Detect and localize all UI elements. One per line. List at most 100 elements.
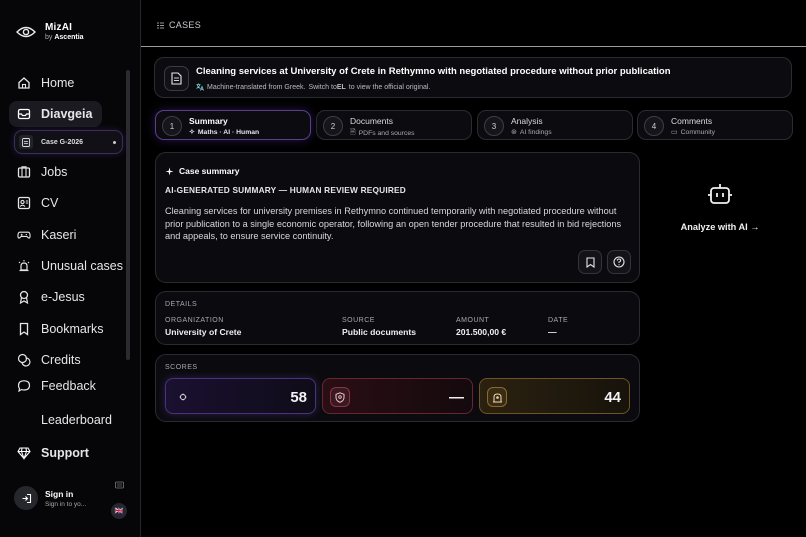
bookmark-icon bbox=[17, 322, 31, 336]
translate-icon bbox=[196, 83, 204, 91]
math-icon bbox=[173, 387, 193, 407]
help-button[interactable] bbox=[607, 250, 631, 274]
breadcrumb[interactable]: CASES bbox=[157, 20, 201, 30]
list-icon bbox=[157, 22, 164, 28]
sidebar-item-feedback[interactable]: Feedback bbox=[9, 373, 106, 399]
step-subtitle-text: Community bbox=[680, 128, 715, 136]
sidebar-item-kaseri[interactable]: Kaseri bbox=[9, 222, 86, 248]
sidebar-item-credits[interactable]: Credits bbox=[9, 347, 91, 373]
tab-documents[interactable]: 2 Documents 🗎 PDFs and sources bbox=[316, 110, 472, 140]
gamepad-icon bbox=[17, 228, 31, 242]
summary-card: Case summary AI-GENERATED SUMMARY — HUMA… bbox=[155, 152, 640, 283]
case-chip[interactable]: Case G-2026 bbox=[14, 130, 123, 154]
step-subtitle: ⊛ AI findings bbox=[511, 128, 552, 137]
scores-card: SCORES 58 — 44 bbox=[155, 354, 640, 422]
comment-icon: ▭ bbox=[671, 129, 678, 136]
details-heading: DETAILS bbox=[165, 301, 198, 308]
id-card-icon bbox=[17, 196, 31, 210]
keyboard-icon[interactable] bbox=[115, 481, 124, 489]
brain-icon: ⊛ bbox=[511, 129, 517, 136]
case-chip-label: Case G-2026 bbox=[41, 138, 84, 146]
sidebar-item-bookmarks[interactable]: Bookmarks bbox=[9, 316, 114, 342]
sidebar-item-label: Diavgeia bbox=[41, 107, 93, 121]
step-subtitle: ✧ Maths · AI · Human bbox=[189, 128, 260, 137]
brand[interactable]: MizAI by Ascentia bbox=[16, 22, 84, 41]
score-value: 58 bbox=[290, 389, 307, 406]
sidebar-item-label: Kaseri bbox=[41, 228, 77, 242]
detail-value: University of Crete bbox=[165, 327, 242, 337]
step-subtitle: ▭ Community bbox=[671, 128, 715, 137]
step-subtitle-text: AI findings bbox=[519, 128, 552, 136]
help-icon bbox=[613, 256, 625, 268]
sidebar-item-unusual-cases[interactable]: Unusual cases bbox=[9, 253, 133, 279]
sign-in[interactable]: Sign in Sign in to yo... bbox=[14, 486, 86, 510]
sidebar-item-support[interactable]: Support bbox=[9, 440, 99, 466]
active-dot bbox=[113, 141, 116, 144]
step-title: Analysis bbox=[511, 116, 543, 126]
document-icon: 🗎 bbox=[350, 129, 356, 136]
sidebar-item-cv[interactable]: CV bbox=[9, 190, 68, 216]
ai-review-notice: AI-GENERATED SUMMARY — HUMAN REVIEW REQU… bbox=[165, 185, 406, 195]
breadcrumb-label: CASES bbox=[169, 20, 202, 30]
inbox-icon bbox=[17, 107, 31, 121]
sidebar-item-label: Bookmarks bbox=[41, 322, 104, 336]
detail-label: SOURCE bbox=[342, 317, 375, 324]
summary-header: Case summary bbox=[165, 166, 239, 176]
switch-prefix: Switch to bbox=[308, 83, 337, 91]
sidebar-item-home[interactable]: Home bbox=[9, 70, 84, 96]
detail-value: Public documents bbox=[342, 327, 417, 337]
app-by: by Ascentia bbox=[45, 34, 84, 41]
app-by-prefix: by bbox=[45, 34, 53, 41]
tab-analysis[interactable]: 3 Analysis ⊛ AI findings bbox=[477, 110, 633, 140]
switch-language-link[interactable]: EL bbox=[337, 84, 346, 91]
translation-note: Machine-translated from Greek. Switch to… bbox=[196, 83, 430, 91]
sparkle-icon bbox=[165, 167, 174, 175]
analyze-label-text: Analyze with AI bbox=[680, 222, 748, 232]
summary-text: Cleaning services for university premise… bbox=[165, 206, 622, 241]
top-bar: CASES bbox=[141, 0, 806, 47]
sidebar-item-label: Jobs bbox=[41, 165, 68, 179]
shield-icon bbox=[330, 387, 350, 407]
document-icon bbox=[19, 135, 33, 149]
detail-label: DATE bbox=[548, 317, 569, 324]
sidebar-item-label: Home bbox=[41, 76, 75, 90]
sidebar-item-jobs[interactable]: Jobs bbox=[9, 159, 77, 185]
sparkle-icon: ✧ bbox=[189, 129, 195, 136]
analyze-label: Analyze with AI → bbox=[670, 222, 770, 232]
step-number: 4 bbox=[644, 116, 664, 136]
jobs-icon bbox=[17, 165, 31, 179]
sidebar-scrollbar[interactable] bbox=[126, 70, 130, 360]
step-number: 3 bbox=[484, 116, 504, 136]
step-number: 1 bbox=[162, 116, 182, 136]
sign-in-icon bbox=[14, 486, 38, 510]
detail-source: SOURCE Public documents bbox=[342, 317, 416, 337]
step-title: Summary bbox=[189, 116, 228, 126]
detail-value: — bbox=[548, 327, 557, 337]
sign-in-title: Sign in bbox=[45, 488, 74, 499]
score-math[interactable]: 58 bbox=[165, 378, 316, 414]
score-human[interactable]: 44 bbox=[479, 378, 630, 414]
score-value: — bbox=[449, 389, 464, 406]
analyze-with-ai-button[interactable]: Analyze with AI → bbox=[670, 183, 770, 232]
translation-note-text: Machine-translated from Greek. bbox=[207, 83, 306, 91]
robot-icon bbox=[708, 184, 732, 204]
detail-organization: ORGANIZATION University of Crete bbox=[165, 317, 241, 337]
eye-logo-icon bbox=[16, 26, 36, 37]
case-title-card: Cleaning services at University of Crete… bbox=[154, 57, 792, 98]
sidebar-item-diavgeia[interactable]: Diavgeia bbox=[9, 101, 103, 127]
sidebar-item-leaderboard[interactable]: Leaderboard bbox=[9, 407, 122, 433]
tab-summary[interactable]: 1 Summary ✧ Maths · AI · Human bbox=[155, 110, 311, 140]
score-ai[interactable]: — bbox=[322, 378, 473, 414]
step-subtitle-text: Maths · AI · Human bbox=[197, 128, 260, 136]
bookmark-button[interactable] bbox=[578, 250, 602, 274]
scores-heading: SCORES bbox=[165, 364, 198, 371]
score-value: 44 bbox=[604, 389, 621, 406]
tab-comments[interactable]: 4 Comments ▭ Community bbox=[637, 110, 793, 140]
coins-icon bbox=[17, 353, 31, 367]
sidebar: MizAI by Ascentia Home Diavgeia Case G-2… bbox=[0, 0, 141, 537]
language-flag-icon[interactable]: 🇬🇧 bbox=[111, 503, 127, 519]
sidebar-item-label: Credits bbox=[41, 353, 81, 367]
detail-value: 201.500,00 € bbox=[456, 327, 507, 337]
home-icon bbox=[17, 76, 31, 90]
sidebar-item-e-jesus[interactable]: e-Jesus bbox=[9, 284, 95, 310]
